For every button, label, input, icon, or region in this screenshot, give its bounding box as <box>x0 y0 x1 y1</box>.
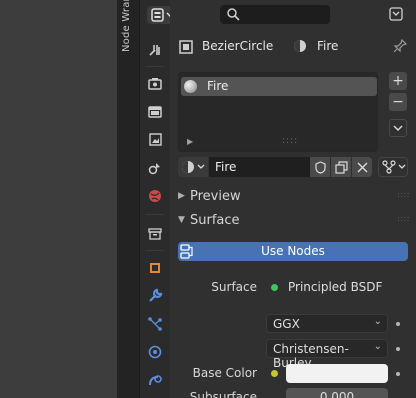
options-button[interactable] <box>387 5 407 25</box>
context-breadcrumb: BezierCircle Fire <box>170 34 416 58</box>
collection-icon[interactable] <box>145 224 165 244</box>
base-color-label: Base Color <box>192 366 257 380</box>
view-layer-icon[interactable] <box>145 130 165 150</box>
node-wrangler-tab[interactable]: Node Wrangler <box>120 0 136 52</box>
editor-viewport[interactable] <box>0 0 117 398</box>
material-selector: Fire <box>178 157 408 177</box>
properties-tab-sidebar <box>140 0 179 398</box>
close-icon <box>357 162 367 172</box>
material-icon <box>294 40 306 52</box>
unlink-material-button[interactable] <box>352 157 372 177</box>
keyframe-dot-icon[interactable] <box>396 347 400 351</box>
slot-label: Fire <box>207 79 229 93</box>
browse-material-button[interactable] <box>178 157 208 177</box>
material-name-field[interactable]: Fire <box>209 157 310 177</box>
node-wrangler-tab-strip: Node Wrangler <box>117 0 140 398</box>
shader-socket-icon <box>271 284 278 291</box>
duplicate-material-button[interactable] <box>331 157 351 177</box>
drag-grip-icon[interactable]: :::: <box>397 214 410 223</box>
expand-triangle-icon[interactable]: ▶ <box>187 137 193 146</box>
chevron-down-icon <box>393 125 403 131</box>
pin-icon[interactable] <box>393 39 407 53</box>
use-nodes-label: Use Nodes <box>261 244 325 258</box>
surface-section-header[interactable]: ▼ Surface :::: <box>170 210 416 232</box>
distribution-dropdown[interactable]: GGX ⌄ <box>266 314 388 333</box>
material-name: Fire <box>317 39 339 53</box>
resize-grip-icon[interactable]: :::: <box>282 136 298 146</box>
material-properties-panel: BezierCircle Fire Fire ▶ :::: + − Fire ▶… <box>170 0 416 398</box>
material-preview-icon <box>184 80 197 93</box>
chevron-down-icon <box>398 164 406 169</box>
use-nodes-button[interactable]: Use Nodes <box>178 242 408 261</box>
node-wrangler-tab-label: Node Wrangler <box>121 0 132 52</box>
remove-slot-button[interactable]: − <box>389 93 407 111</box>
slot-specials-button[interactable] <box>389 119 407 137</box>
expanded-arrow-icon: ▼ <box>178 215 185 225</box>
material-icon <box>182 161 194 173</box>
shield-icon <box>314 160 326 174</box>
object-name: BezierCircle <box>202 39 274 53</box>
world-icon[interactable] <box>145 186 165 206</box>
node-tree-browse-button[interactable] <box>378 157 408 177</box>
curve-object-icon <box>179 40 193 54</box>
surface-section-title: Surface <box>190 213 240 228</box>
fake-user-button[interactable] <box>310 157 330 177</box>
particles-icon[interactable] <box>145 314 165 334</box>
subsurface-value-field[interactable]: 0.000 <box>286 388 388 398</box>
physics-icon[interactable] <box>145 342 165 362</box>
base-color-swatch[interactable] <box>286 364 388 383</box>
preview-section-header[interactable]: ▶ Preview :::: <box>170 186 416 208</box>
color-socket-icon <box>271 370 278 377</box>
search-icon <box>227 8 240 21</box>
search-input[interactable] <box>220 5 330 24</box>
tool-icon[interactable] <box>145 40 165 60</box>
options-menu-icon <box>389 7 403 21</box>
material-slot-list[interactable]: Fire ▶ :::: <box>178 72 378 152</box>
node-tree-icon <box>382 160 396 174</box>
output-icon[interactable] <box>145 102 165 122</box>
modifier-icon[interactable] <box>145 286 165 306</box>
render-icon[interactable] <box>145 74 165 94</box>
preview-section-title: Preview <box>190 189 241 204</box>
keyframe-dot-icon[interactable] <box>396 322 400 326</box>
surface-label: Surface <box>211 280 257 294</box>
scene-icon[interactable] <box>145 158 165 178</box>
object-icon[interactable] <box>145 258 165 278</box>
chevron-down-icon: ⌄ <box>373 341 382 352</box>
keyframe-dot-icon[interactable] <box>396 372 400 376</box>
subsurface-method-dropdown[interactable]: Christensen-Burley ⌄ <box>266 339 388 370</box>
chevron-down-icon <box>197 164 205 169</box>
panel-header <box>170 0 416 30</box>
subsurface-label: Subsurface <box>189 390 257 398</box>
duplicate-icon <box>334 160 348 174</box>
collapsed-arrow-icon: ▶ <box>178 191 185 201</box>
distribution-value: GGX <box>273 317 300 331</box>
constraints-icon[interactable] <box>145 370 165 390</box>
chevron-down-icon: ⌄ <box>373 316 382 327</box>
drag-grip-icon[interactable]: :::: <box>397 190 410 199</box>
surface-shader-field[interactable]: Principled BSDF <box>282 278 394 297</box>
list-item[interactable]: Fire <box>181 77 377 96</box>
add-slot-button[interactable]: + <box>389 72 407 90</box>
